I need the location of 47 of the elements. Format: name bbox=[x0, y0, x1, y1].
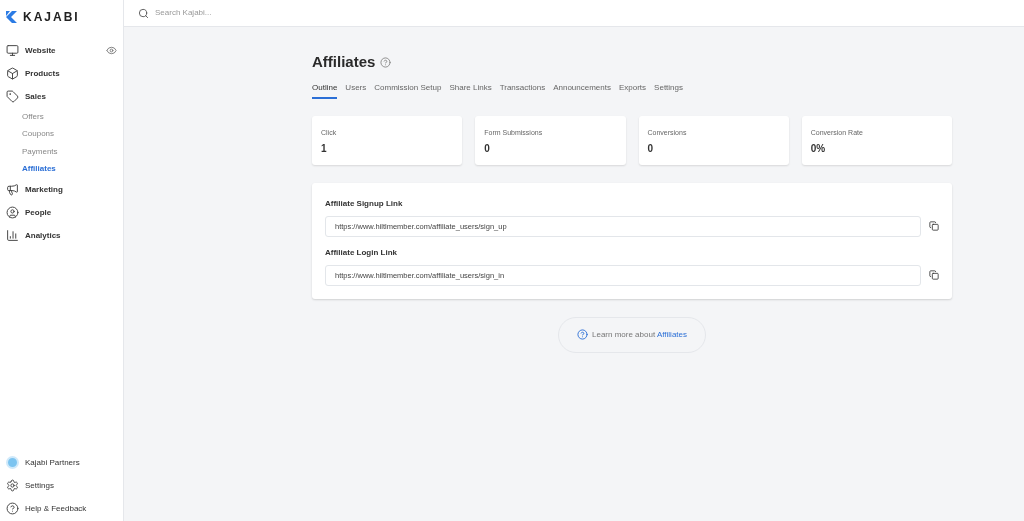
sidebar-item[interactable]: Kajabi Partners bbox=[0, 451, 123, 474]
copy-icon[interactable] bbox=[929, 221, 939, 231]
sidebar-item[interactable]: People bbox=[0, 201, 123, 224]
sidebar-subitem[interactable]: Payments bbox=[0, 143, 123, 161]
sidebar-subitem[interactable]: Affiliates bbox=[0, 160, 123, 178]
logo-text: KAJABI bbox=[23, 8, 80, 26]
monitor-icon bbox=[6, 44, 19, 57]
sidebar-item[interactable]: Analytics bbox=[0, 224, 123, 247]
eye-icon[interactable] bbox=[106, 45, 117, 56]
partners-logo-icon bbox=[6, 456, 19, 469]
field-label: Affiliate Login Link bbox=[325, 246, 398, 259]
learn-more-text: Learn more about Affiliates bbox=[592, 328, 687, 341]
stat-value: 0 bbox=[647, 142, 655, 156]
sidebar-subitem[interactable]: Offers bbox=[0, 108, 123, 126]
affiliates-link[interactable]: Affiliates bbox=[656, 329, 687, 339]
stat-value: 0 bbox=[484, 142, 491, 156]
field-label: Affiliate Signup Link bbox=[325, 197, 404, 210]
sidebar-item[interactable]: Sales bbox=[0, 85, 123, 108]
logo-icon bbox=[6, 10, 18, 23]
stat-value: 1 bbox=[321, 142, 328, 156]
tab[interactable]: Users bbox=[345, 81, 367, 99]
help-icon bbox=[6, 502, 19, 515]
page-title: Affiliates bbox=[312, 52, 376, 72]
sidebar-item[interactable]: Settings bbox=[0, 474, 123, 497]
tab[interactable]: Outline bbox=[312, 81, 338, 99]
tab[interactable]: Transactions bbox=[499, 81, 546, 99]
sidebar-subitem[interactable]: Coupons bbox=[0, 125, 123, 143]
tab[interactable]: Exports bbox=[618, 81, 647, 99]
copy-icon[interactable] bbox=[929, 270, 939, 280]
bar-chart-icon bbox=[6, 229, 19, 242]
tab[interactable]: Share Links bbox=[449, 81, 492, 99]
stat-value: 0% bbox=[810, 142, 827, 156]
search-field[interactable]: Search Kajabi... bbox=[155, 7, 455, 19]
help-icon bbox=[577, 329, 588, 340]
tag-icon bbox=[6, 90, 19, 103]
sidebar-item[interactable]: Products bbox=[0, 62, 123, 85]
tab[interactable]: Settings bbox=[654, 81, 683, 99]
tab[interactable]: Commission Setup bbox=[374, 81, 442, 99]
sidebar-item[interactable]: Marketing bbox=[0, 178, 123, 201]
megaphone-icon bbox=[6, 183, 19, 196]
search-icon bbox=[138, 7, 149, 19]
settings-icon bbox=[6, 479, 19, 492]
sidebar-item[interactable]: Website bbox=[0, 39, 123, 62]
sidebar-item[interactable]: Help & Feedback bbox=[0, 497, 123, 520]
user-icon bbox=[6, 206, 19, 219]
tab[interactable]: Announcements bbox=[553, 81, 611, 99]
box-icon bbox=[6, 67, 19, 80]
